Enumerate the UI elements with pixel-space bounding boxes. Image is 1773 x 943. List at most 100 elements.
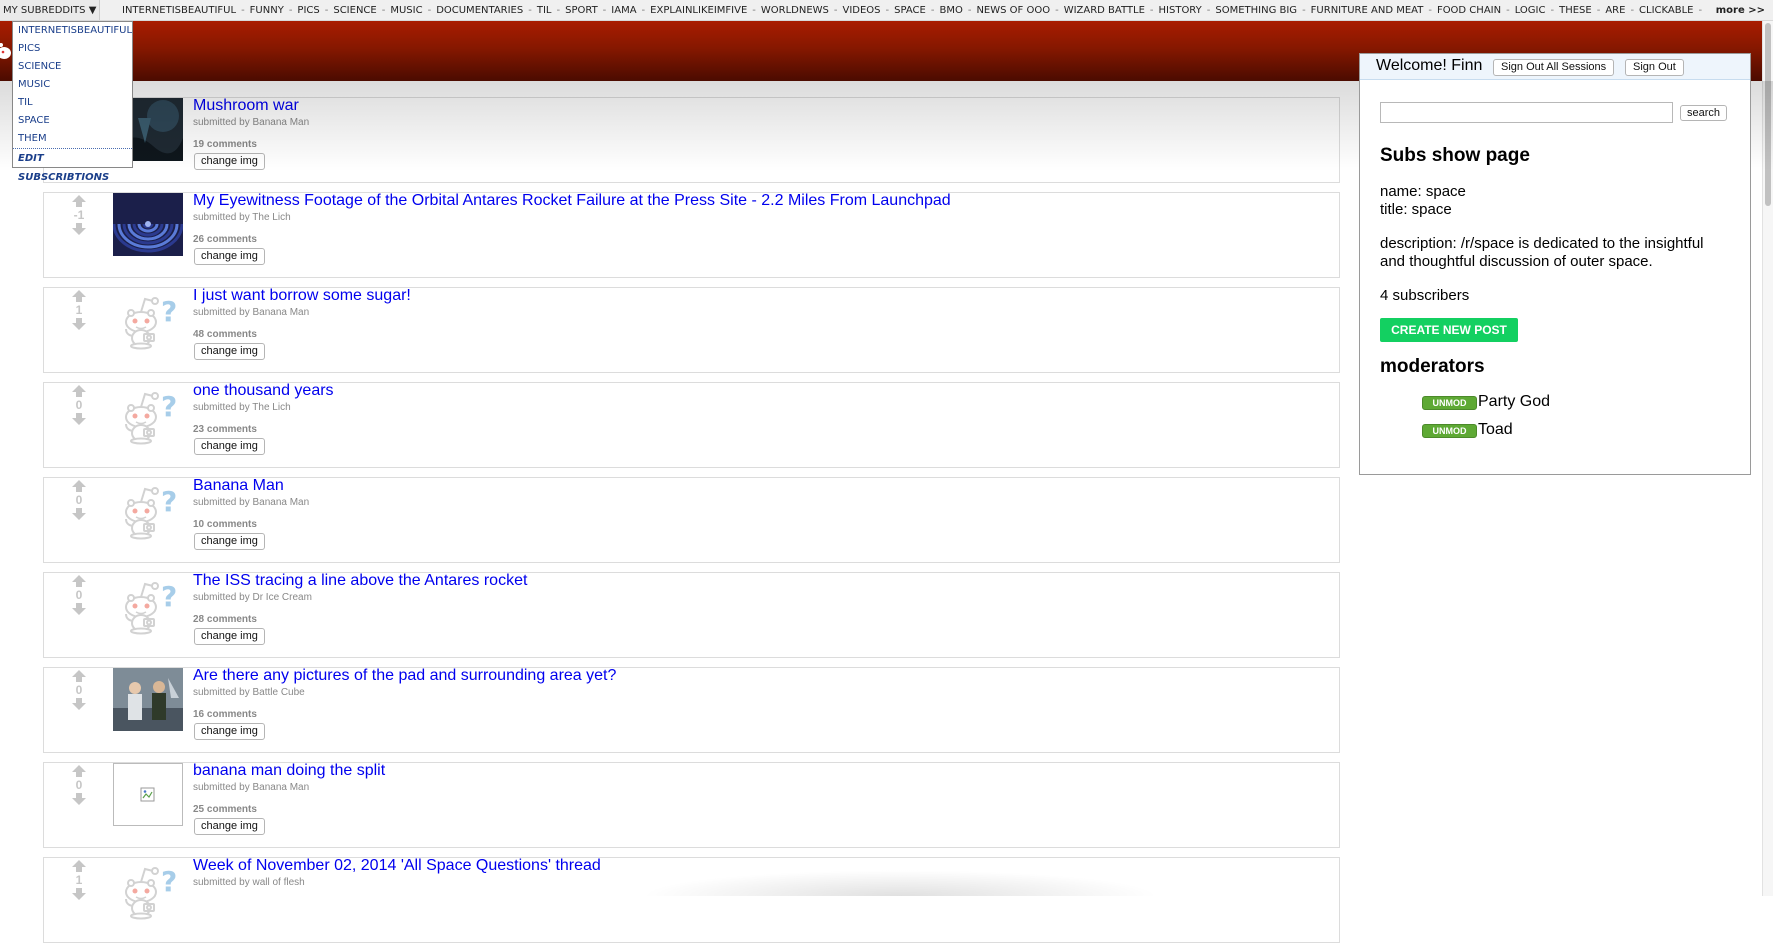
subreddit-link[interactable]: ARE — [1605, 5, 1625, 16]
dropdown-subreddit-item[interactable]: INTERNETISBEAUTIFUL — [13, 22, 132, 40]
comments-link[interactable]: 19 comments — [193, 139, 257, 150]
upvote-arrow-icon[interactable] — [71, 574, 87, 588]
subreddit-link[interactable]: THESE — [1559, 5, 1592, 16]
snoo-logo-icon[interactable] — [0, 41, 12, 63]
subreddit-link[interactable]: SPORT — [565, 5, 598, 16]
upvote-arrow-icon[interactable] — [71, 479, 87, 493]
subreddit-link[interactable]: MUSIC — [390, 5, 422, 16]
dropdown-subreddit-item[interactable]: MUSIC — [13, 76, 132, 94]
downvote-arrow-icon[interactable] — [71, 792, 87, 806]
downvote-arrow-icon[interactable] — [71, 412, 87, 426]
post-title-link[interactable]: banana man doing the split — [193, 762, 385, 780]
snoo-placeholder-icon[interactable]: ? — [113, 573, 183, 636]
subreddit-link[interactable]: FUNNY — [250, 5, 284, 16]
subreddit-separator: - — [241, 5, 245, 16]
change-img-button[interactable]: change img — [194, 153, 265, 170]
subreddit-link[interactable]: VIDEOS — [843, 5, 881, 16]
comments-link[interactable]: 26 comments — [193, 234, 257, 245]
downvote-arrow-icon[interactable] — [71, 222, 87, 236]
upvote-arrow-icon[interactable] — [71, 669, 87, 683]
subreddit-link[interactable]: SOMETHING BIG — [1215, 5, 1297, 16]
post-thumbnail[interactable] — [113, 668, 183, 731]
subreddit-separator: - — [381, 5, 386, 16]
subreddit-link[interactable]: CLICKABLE — [1639, 5, 1693, 16]
comments-link[interactable]: 25 comments — [193, 804, 257, 815]
upvote-arrow-icon[interactable] — [71, 194, 87, 208]
search-button[interactable]: search — [1680, 105, 1728, 121]
page-scrollbar[interactable] — [1762, 21, 1773, 896]
change-img-button[interactable]: change img — [194, 628, 265, 645]
downvote-arrow-icon[interactable] — [71, 602, 87, 616]
downvote-arrow-icon[interactable] — [71, 697, 87, 711]
upvote-arrow-icon[interactable] — [71, 289, 87, 303]
upvote-arrow-icon[interactable] — [71, 764, 87, 778]
post-title-link[interactable]: Mushroom war — [193, 97, 299, 115]
post-title-link[interactable]: My Eyewitness Footage of the Orbital Ant… — [193, 192, 951, 210]
upvote-arrow-icon[interactable] — [71, 384, 87, 398]
subreddit-link[interactable]: FOOD CHAIN — [1437, 5, 1501, 16]
downvote-arrow-icon[interactable] — [71, 317, 87, 331]
change-img-button[interactable]: change img — [194, 343, 265, 360]
post-item: 1? I just want borrow some sugar! submitte… — [43, 287, 1340, 373]
sign-out-all-sessions-button[interactable]: Sign Out All Sessions — [1493, 59, 1615, 76]
vote-controls: 0 — [64, 764, 94, 806]
subreddit-separator: - — [1698, 5, 1703, 16]
subreddit-link[interactable]: LOGIC — [1515, 5, 1546, 16]
subreddit-link[interactable]: NEWS OF OOO — [976, 5, 1050, 16]
subreddit-link[interactable]: WORLDNEWS — [761, 5, 829, 16]
search-input[interactable] — [1380, 102, 1673, 123]
post-title-link[interactable]: one thousand years — [193, 382, 334, 400]
unmod-button[interactable]: UNMOD — [1422, 396, 1477, 410]
comments-link[interactable]: 16 comments — [193, 709, 257, 720]
change-img-button[interactable]: change img — [194, 723, 265, 740]
upvote-arrow-icon[interactable] — [71, 859, 87, 873]
change-img-button[interactable]: change img — [194, 818, 265, 835]
subreddit-link[interactable]: SPACE — [894, 5, 926, 16]
subreddit-link[interactable]: EXPLAINLIKEIMFIVE — [650, 5, 747, 16]
snoo-placeholder-icon[interactable]: ? — [113, 383, 183, 446]
subreddit-link[interactable]: IAMA — [611, 5, 636, 16]
dropdown-subreddit-item[interactable]: SPACE — [13, 112, 132, 130]
subreddit-link[interactable]: FURNITURE AND MEAT — [1311, 5, 1424, 16]
subreddit-link[interactable]: DOCUMENTARIES — [436, 5, 523, 16]
change-img-button[interactable]: change img — [194, 438, 265, 455]
dropdown-subreddit-item[interactable]: PICS — [13, 40, 132, 58]
subreddit-link[interactable]: HISTORY — [1159, 5, 1202, 16]
dropdown-subreddit-item[interactable]: TIL — [13, 94, 132, 112]
comments-link[interactable]: 10 comments — [193, 519, 257, 530]
create-new-post-button[interactable]: CREATE NEW POST — [1380, 318, 1518, 342]
vote-controls: 1 — [64, 859, 94, 901]
downvote-arrow-icon[interactable] — [71, 507, 87, 521]
post-title-link[interactable]: Are there any pictures of the pad and su… — [193, 667, 616, 685]
subreddit-link[interactable]: TIL — [537, 5, 552, 16]
change-img-button[interactable]: change img — [194, 248, 265, 265]
downvote-arrow-icon[interactable] — [71, 887, 87, 901]
dropdown-subreddit-item[interactable]: SCIENCE — [13, 58, 132, 76]
post-thumbnail[interactable] — [113, 193, 183, 256]
post-byline: submitted by The Lich — [193, 212, 291, 223]
subreddit-link[interactable]: WIZARD BATTLE — [1064, 5, 1145, 16]
snoo-placeholder-icon[interactable]: ? — [113, 478, 183, 541]
more-subreddits-link[interactable]: more >> — [1705, 0, 1773, 20]
comments-link[interactable]: 48 comments — [193, 329, 257, 340]
my-subreddits-dropdown-toggle[interactable]: MY SUBREDDITS ▼ — [0, 0, 101, 20]
subreddit-link[interactable]: SCIENCE — [333, 5, 376, 16]
snoo-placeholder-icon[interactable]: ? — [113, 858, 183, 921]
post-title-link[interactable]: I just want borrow some sugar! — [193, 287, 411, 305]
comments-link[interactable]: 23 comments — [193, 424, 257, 435]
sign-out-button[interactable]: Sign Out — [1625, 59, 1684, 76]
post-title-link[interactable]: The ISS tracing a line above the Antares… — [193, 572, 527, 590]
subreddit-link[interactable]: BMO — [939, 5, 962, 16]
unmod-button[interactable]: UNMOD — [1422, 424, 1477, 438]
subreddit-link[interactable]: INTERNETISBEAUTIFUL — [122, 5, 236, 16]
post-title-link[interactable]: Banana Man — [193, 477, 284, 495]
dropdown-subreddit-item[interactable]: THEM — [13, 130, 132, 148]
snoo-placeholder-icon[interactable]: ? — [113, 288, 183, 351]
post-title-link[interactable]: Week of November 02, 2014 'All Space Que… — [193, 857, 601, 875]
subreddit-link[interactable]: PICS — [297, 5, 319, 16]
broken-image-icon[interactable] — [113, 763, 183, 826]
comments-link[interactable]: 28 comments — [193, 614, 257, 625]
scrollbar-thumb[interactable] — [1765, 23, 1771, 206]
edit-subscriptions-link[interactable]: EDIT SUBSCRIBTIONS — [13, 148, 132, 183]
change-img-button[interactable]: change img — [194, 533, 265, 550]
